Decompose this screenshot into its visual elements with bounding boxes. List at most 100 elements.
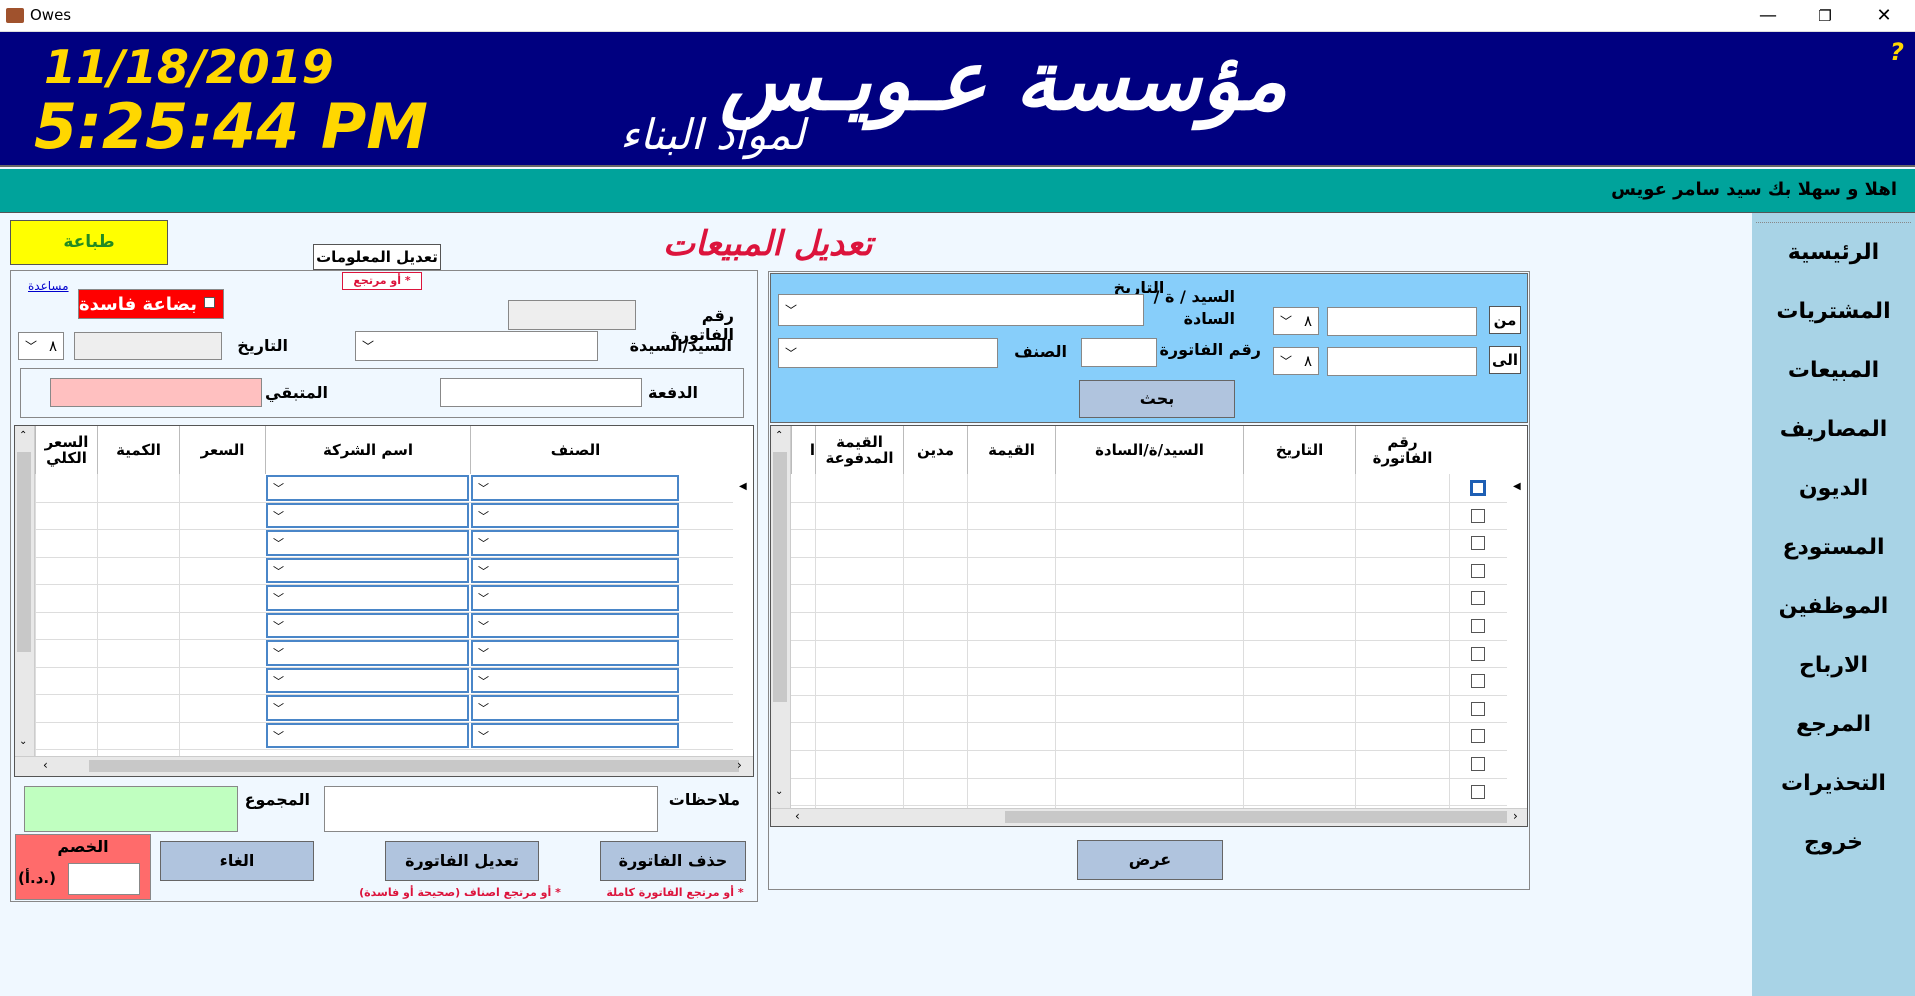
sidebar-item-employees[interactable]: الموظفين [1752,577,1915,636]
scroll-right-icon[interactable]: › [737,758,742,772]
sidebar-item-warehouse[interactable]: المستودع [1752,518,1915,577]
row-checkbox[interactable] [1471,757,1485,771]
chevron-down-icon: ﹀ [273,647,284,660]
sidebar-item-home[interactable]: الرئيسية [1752,223,1915,282]
company-cell-select[interactable]: ﹀ [266,557,469,583]
date-from-select[interactable]: ﹀ ٨ [1273,307,1319,335]
row-checkbox[interactable] [1471,784,1485,799]
company-cell-select[interactable]: ﹀ [266,667,469,693]
sidebar-item-returns[interactable]: المرجع [1752,695,1915,754]
scroll-left-icon[interactable]: ‹ [795,809,800,823]
row-checkbox[interactable] [1471,729,1485,744]
show-button[interactable]: عرض [1077,840,1223,880]
customer-select[interactable]: ﹀ [355,331,598,361]
help-icon[interactable]: ? [1890,38,1904,66]
company-cell-select[interactable]: ﹀ [266,695,469,721]
chevron-down-icon: ﹀ [362,339,375,354]
item-cell-select[interactable]: ﹀ [471,695,679,721]
invoice-number-search-field[interactable] [1081,338,1157,367]
item-cell-select[interactable]: ﹀ [471,612,679,638]
chevron-down-icon: ﹀ [478,564,489,578]
sidebar-item-exit[interactable]: خروج [1752,813,1915,872]
discount-field[interactable] [68,863,140,895]
item-label: الصنف [1014,342,1067,361]
item-cell-select[interactable]: ﹀ [471,530,679,556]
company-cell-select[interactable]: ﹀ [266,612,469,638]
scroll-up-icon[interactable]: ⌃ [19,430,27,441]
h-scrollbar-thumb[interactable] [1005,811,1507,823]
row-checkbox[interactable] [1471,591,1485,606]
minimize-button[interactable]: — [1740,2,1796,30]
date-to-select[interactable]: ﹀ ٨ [1273,347,1319,375]
search-filter-area: التاريخ من الى ﹀ ٨ ﹀ ٨ السيد / ة / السادة … [770,273,1528,423]
date-from-field[interactable] [1327,307,1477,336]
row-checkbox[interactable] [1471,619,1485,633]
row-checkbox[interactable] [1470,480,1486,496]
row-checkbox[interactable] [1471,536,1485,551]
row-divider [791,556,1507,558]
cancel-button[interactable]: الغاء [160,841,314,881]
help-link[interactable]: مساعدة [28,279,69,293]
company-cell-select[interactable]: ﹀ [266,502,469,528]
discount-label: الخصم [57,837,109,856]
scroll-down-icon[interactable]: ⌄ [775,786,783,797]
customer-search-select[interactable]: ﹀ [778,294,1144,326]
remaining-label: المتبقي [265,383,328,402]
row-checkbox[interactable] [1471,646,1485,661]
date-field[interactable] [74,332,222,360]
item-cell-select[interactable]: ﹀ [471,585,679,611]
company-cell-select[interactable]: ﹀ [266,640,469,666]
damaged-goods-checkbox[interactable] [204,297,215,308]
company-cell-select[interactable]: ﹀ [266,530,469,556]
sidebar-item-debts[interactable]: الديون [1752,459,1915,518]
company-cell-select[interactable]: ﹀ [266,585,469,611]
column-header-company: اسم الشركة [265,426,470,474]
scroll-left-icon[interactable]: ‹ [43,758,48,772]
row-checkbox[interactable] [1471,508,1485,523]
invoice-number-field[interactable] [508,300,636,330]
sidebar-item-alerts[interactable]: التحذيرات [1752,754,1915,813]
delete-invoice-button[interactable]: حذف الفاتورة [600,841,746,881]
window-title: Owes [30,6,72,24]
to-button[interactable]: الى [1489,346,1521,374]
search-button[interactable]: بحث [1079,380,1235,418]
row-checkbox[interactable] [1471,563,1485,578]
h-scrollbar-thumb[interactable] [89,760,739,772]
maximize-button[interactable]: ❐ [1797,2,1853,30]
company-cell-select[interactable]: ﹀ [266,722,469,748]
edit-info-tab[interactable]: تعديل المعلومات [313,244,441,270]
discount-unit: (د.أ.) [18,869,56,887]
scrollbar-thumb[interactable] [17,452,31,652]
scrollbar-thumb[interactable] [773,452,787,702]
scroll-right-icon[interactable]: › [1513,809,1518,823]
chevron-down-icon: ﹀ [478,647,489,660]
sidebar-item-profits[interactable]: الارباح [1752,636,1915,695]
date-format-select[interactable]: ﹀ ٨ [18,332,64,360]
column-header-item: الصنف [470,426,680,474]
sidebar-item-expenses[interactable]: المصاريف [1752,400,1915,459]
edit-invoice-button[interactable]: تعديل الفاتورة [385,841,539,881]
from-button[interactable]: من [1489,306,1521,334]
item-cell-select[interactable]: ﹀ [471,475,679,501]
chevron-down-icon: ﹀ [785,303,798,318]
payment-field[interactable] [440,378,642,407]
sidebar-item-sales[interactable]: المبيعات [1752,341,1915,400]
company-cell-select[interactable]: ﹀ [266,475,469,501]
item-select[interactable]: ﹀ [778,338,998,368]
app-header: 11/18/2019 5:25:44 PM مؤسسة عـويـس لمواد… [0,32,1915,167]
item-cell-select[interactable]: ﹀ [471,557,679,583]
item-cell-select[interactable]: ﹀ [471,502,679,528]
notes-field[interactable] [324,786,658,832]
item-cell-select[interactable]: ﹀ [471,722,679,748]
date-to-field[interactable] [1327,347,1477,376]
print-button[interactable]: طباعة [10,220,168,265]
sidebar-item-purchases[interactable]: المشتريات [1752,282,1915,341]
scroll-down-icon[interactable]: ⌄ [19,736,27,747]
close-button[interactable]: ✕ [1856,2,1912,30]
item-cell-select[interactable]: ﹀ [471,640,679,666]
item-cell-select[interactable]: ﹀ [471,667,679,693]
row-checkbox[interactable] [1471,701,1485,716]
scroll-up-icon[interactable]: ⌃ [775,430,783,441]
row-checkbox[interactable] [1471,674,1485,689]
app-icon [6,8,24,23]
